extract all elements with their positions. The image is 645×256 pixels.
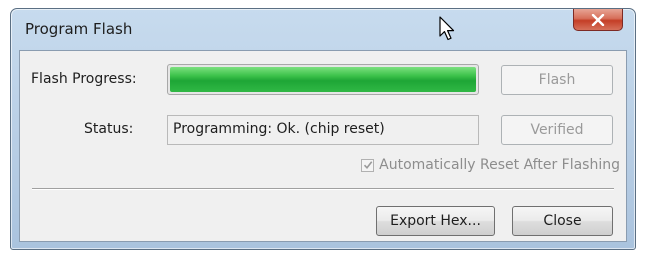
status-label: Status: bbox=[84, 121, 134, 137]
separator bbox=[32, 188, 614, 190]
title-bar[interactable]: Program Flash bbox=[11, 9, 635, 49]
export-hex-button[interactable]: Export Hex... bbox=[376, 206, 495, 236]
checkmark-icon bbox=[363, 161, 372, 170]
auto-reset-label: Automatically Reset After Flashing bbox=[379, 157, 620, 173]
flash-progress-fill bbox=[170, 67, 476, 92]
program-flash-dialog: Program Flash Flash Progress: Flash Stat… bbox=[10, 8, 636, 250]
window-close-button[interactable] bbox=[573, 9, 623, 31]
status-field: Programming: Ok. (chip reset) bbox=[167, 115, 479, 145]
flash-button[interactable]: Flash bbox=[501, 65, 613, 95]
window-title: Program Flash bbox=[25, 20, 133, 38]
auto-reset-checkbox[interactable] bbox=[361, 158, 375, 172]
mouse-pointer-icon bbox=[439, 16, 455, 41]
close-icon bbox=[591, 13, 605, 26]
auto-reset-option[interactable]: Automatically Reset After Flashing bbox=[361, 157, 620, 173]
flash-progress-label: Flash Progress: bbox=[31, 71, 137, 87]
close-button[interactable]: Close bbox=[512, 206, 613, 236]
flash-progress-bar bbox=[167, 64, 479, 95]
verified-button[interactable]: Verified bbox=[501, 115, 613, 145]
dialog-content: Flash Progress: Flash Status: Programmin… bbox=[19, 50, 627, 242]
